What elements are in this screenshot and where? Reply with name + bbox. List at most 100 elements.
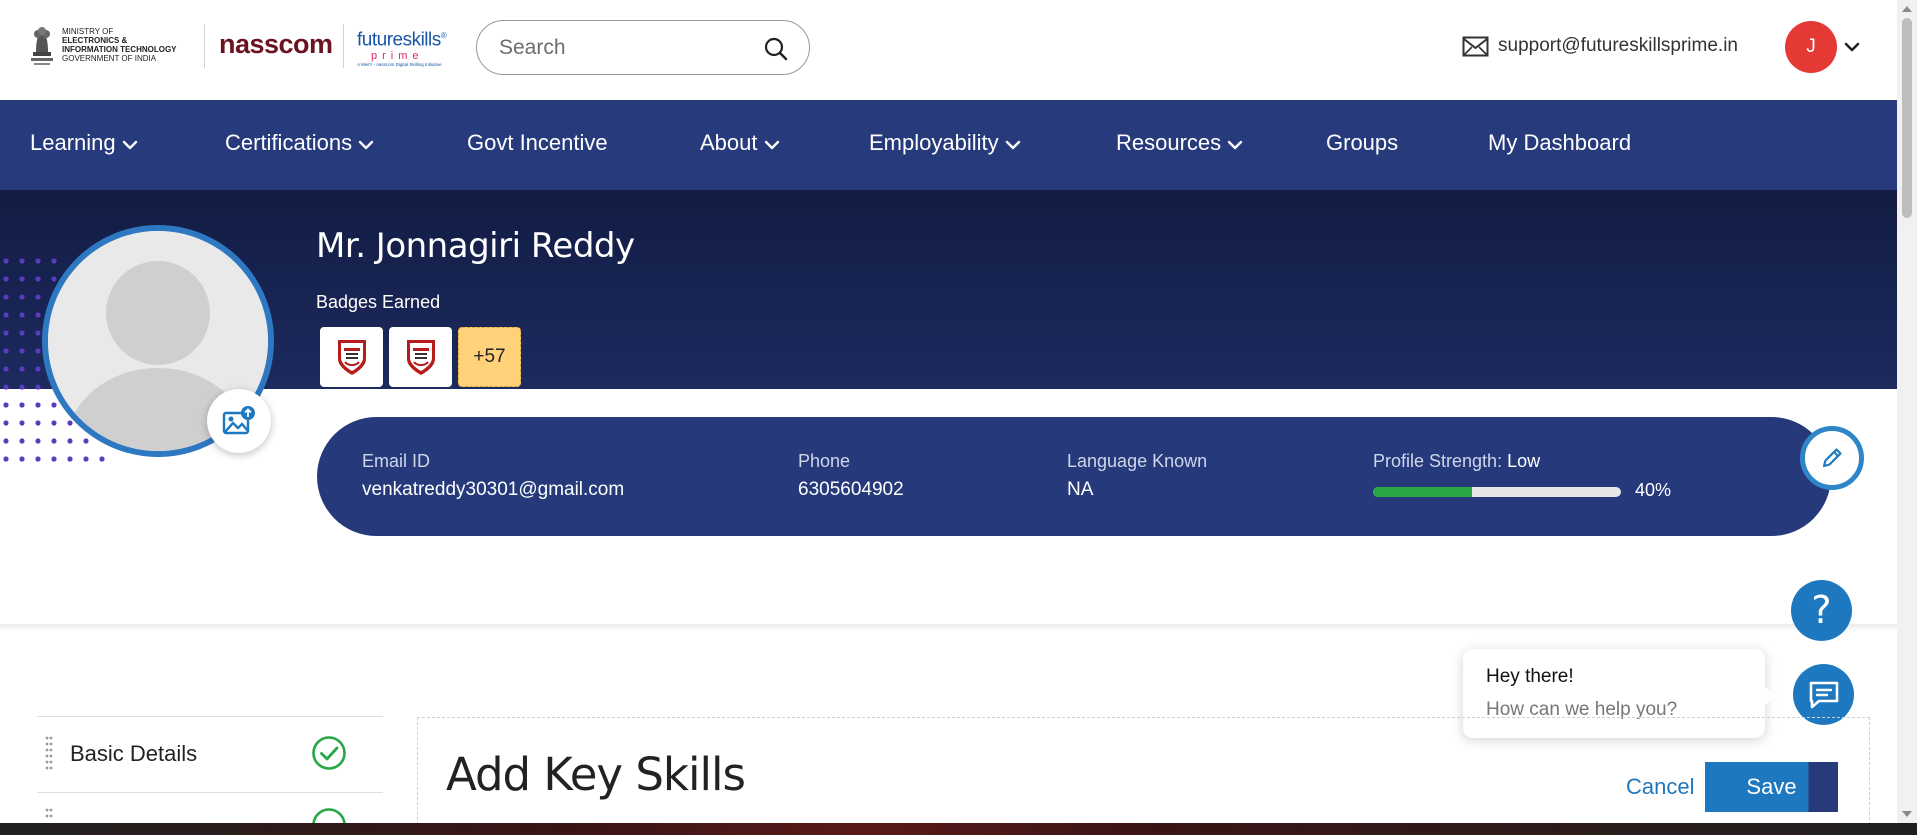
nav-label: Govt Incentive [467, 130, 608, 155]
key-skills-panel: Add Key Skills Cancel Save [417, 717, 1870, 825]
decorative-dot [19, 276, 25, 282]
nav-label: Certifications [225, 130, 353, 155]
meity-text: Ministry of Electronics & Information Te… [62, 27, 177, 63]
sidebar-item-basic-details[interactable]: Basic Details [37, 717, 383, 792]
section-title: Add Key Skills [446, 748, 746, 801]
pencil-icon [1822, 448, 1842, 468]
chat-message-icon [1809, 681, 1838, 708]
decorative-dot [35, 294, 41, 300]
page-scrollbar[interactable] [1897, 0, 1917, 823]
search-input[interactable] [499, 35, 759, 61]
decorative-dot [19, 366, 25, 372]
decorative-dot [35, 258, 41, 264]
decorative-dot [51, 276, 57, 282]
decorative-dot [19, 420, 25, 426]
edit-profile-button[interactable] [1800, 426, 1864, 490]
email-value: venkatreddy30301@gmail.com [362, 479, 625, 500]
decorative-dot [35, 402, 41, 408]
phone-value: 6305604902 [798, 479, 904, 500]
profile-name: Mr. Jonnagiri Reddy [316, 226, 635, 266]
email-label: Email ID [362, 451, 431, 471]
main-nav: Learning Certifications Govt Incentive A… [0, 100, 1897, 190]
decorative-dot [67, 420, 73, 426]
fsp-logo-mid: prime [371, 50, 424, 63]
more-badges-button[interactable]: +57 [458, 327, 521, 387]
decorative-dot [51, 456, 57, 462]
save-button[interactable]: Save [1705, 762, 1838, 812]
nav-certifications[interactable]: Certifications [225, 130, 374, 156]
nasscom-logo[interactable]: nasscom [219, 29, 333, 60]
decorative-dot [19, 258, 25, 264]
image-upload-icon [222, 406, 255, 435]
scrollbar-thumb[interactable] [1902, 18, 1912, 218]
decorative-dot [3, 384, 9, 390]
badges-label: Badges Earned [316, 292, 441, 312]
decorative-dot [19, 312, 25, 318]
nav-groups[interactable]: Groups [1326, 130, 1398, 156]
drag-handle-icon[interactable] [45, 807, 53, 823]
mail-icon [1462, 36, 1489, 56]
language-value: NA [1067, 479, 1094, 500]
badge-item[interactable] [389, 327, 452, 387]
support-contact[interactable]: support@futureskillsprime.in [1462, 35, 1738, 57]
scroll-down-arrow-icon[interactable] [1902, 811, 1912, 817]
help-button[interactable]: ? [1791, 580, 1852, 641]
section-divider [0, 624, 1897, 632]
chevron-down-icon [358, 140, 374, 150]
decorative-dot [3, 330, 9, 336]
decorative-dot [35, 330, 41, 336]
drag-handle-icon[interactable] [45, 735, 53, 771]
upload-photo-button[interactable] [207, 389, 271, 453]
nav-resources[interactable]: Resources [1116, 130, 1243, 156]
scroll-up-arrow-icon[interactable] [1902, 6, 1912, 12]
meity-line4: Government of India [62, 54, 157, 63]
nav-my-dashboard[interactable]: My Dashboard [1488, 130, 1631, 156]
national-emblem-icon [31, 27, 53, 65]
decorative-dot [3, 456, 9, 462]
nav-label: Learning [30, 130, 116, 155]
decorative-dot [19, 348, 25, 354]
strength-level: Low [1507, 451, 1541, 471]
nav-learning[interactable]: Learning [30, 130, 138, 156]
chevron-down-icon [122, 140, 137, 150]
badge-item[interactable] [320, 327, 383, 387]
decorative-dot [19, 384, 25, 390]
check-circle-icon [312, 736, 346, 770]
nav-about[interactable]: About [700, 130, 780, 156]
user-avatar[interactable]: J [1785, 21, 1837, 73]
chat-button[interactable] [1793, 664, 1854, 725]
decorative-dot [51, 402, 57, 408]
logo-divider [204, 24, 205, 68]
chevron-down-icon[interactable] [1843, 38, 1861, 56]
cancel-button[interactable]: Cancel [1626, 774, 1694, 800]
meity-line3: Information Technology [62, 45, 177, 54]
decorative-dot [35, 420, 41, 426]
decorative-dot [35, 438, 41, 444]
decorative-dot [19, 438, 25, 444]
check-circle-icon [312, 808, 346, 823]
nav-label: Resources [1116, 130, 1222, 155]
profile-banner [0, 190, 1897, 389]
meity-logo[interactable]: Ministry of Electronics & Information Te… [28, 22, 177, 68]
sidebar-item-next[interactable] [37, 793, 383, 823]
decorative-dot [19, 294, 25, 300]
futureskills-prime-logo[interactable]: futureskills® prime A MeitY - nasscom Di… [357, 26, 447, 68]
decorative-dot [35, 384, 41, 390]
nav-label: About [700, 130, 758, 155]
strength-label-text: Profile Strength: [1373, 451, 1503, 471]
support-email[interactable]: support@futureskillsprime.in [1498, 35, 1738, 57]
meity-line1: Ministry of [62, 27, 114, 36]
decorative-dot [35, 366, 41, 372]
badge-shield-icon [337, 340, 366, 375]
decorative-dot [99, 456, 105, 462]
decorative-dot [51, 438, 57, 444]
search-icon[interactable] [763, 36, 789, 62]
search-box[interactable] [476, 20, 810, 75]
decorative-dot [3, 420, 9, 426]
profile-strength-percent: 40% [1635, 480, 1672, 500]
nav-employability[interactable]: Employability [869, 130, 1021, 156]
decorative-dot [3, 312, 9, 318]
decorative-dot [19, 402, 25, 408]
profile-strength-fill [1373, 487, 1473, 497]
nav-govt-incentive[interactable]: Govt Incentive [467, 130, 608, 156]
